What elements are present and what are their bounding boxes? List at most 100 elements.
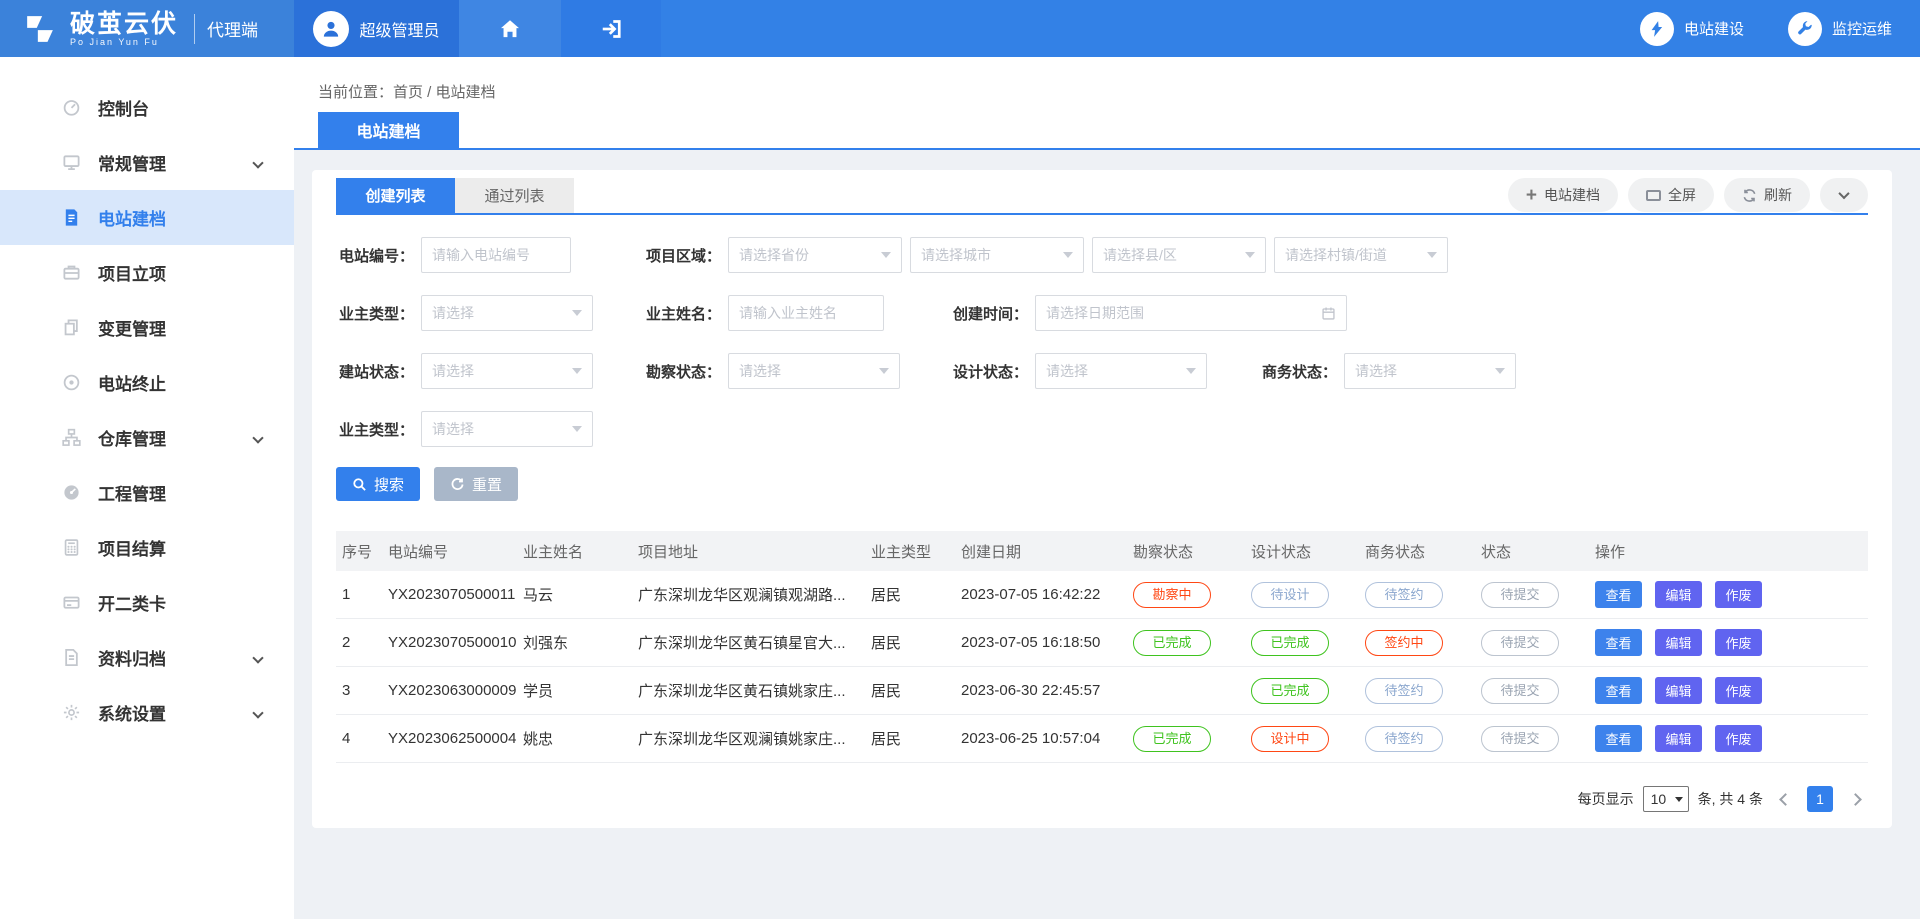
county-select[interactable]: 请选择县/区 <box>1092 237 1266 273</box>
owner-name-input[interactable] <box>728 295 884 331</box>
filter-row-4: 业主类型： 请选择 <box>336 411 1868 447</box>
pagination: 每页显示 10 条, 共 4 条 1 <box>336 786 1868 812</box>
col-survey: 勘察状态 <box>1127 541 1245 562</box>
sidebar-item-station-archive[interactable]: 电站建档 <box>0 190 294 245</box>
user-avatar[interactable] <box>313 11 349 47</box>
owner-type2-select[interactable]: 请选择 <box>421 411 593 447</box>
build-status-label: 建站状态： <box>336 361 414 382</box>
edit-button[interactable]: 编辑 <box>1655 581 1702 608</box>
date-range-picker[interactable]: 请选择日期范围 <box>1035 295 1347 331</box>
edit-button[interactable]: 编辑 <box>1655 677 1702 704</box>
document-icon <box>62 208 82 228</box>
prev-page-button[interactable] <box>1772 786 1798 812</box>
breadcrumb: 当前位置：首页 / 电站建档 <box>318 81 496 102</box>
caret-down-icon <box>572 310 582 316</box>
status-badge: 已完成 <box>1133 630 1211 656</box>
filter-row-1: 电站编号： 项目区域： 请选择省份 请选择城市 请选择县/区 请选择村镇/街道 <box>336 237 1868 273</box>
tab-passed-list[interactable]: 通过列表 <box>455 178 574 213</box>
sidebar-item-change-mgmt[interactable]: 变更管理 <box>0 300 294 355</box>
business-status-label: 商务状态： <box>1259 361 1337 382</box>
refresh-button[interactable]: 刷新 <box>1724 178 1810 212</box>
sidebar-item-general[interactable]: 常规管理 <box>0 135 294 190</box>
per-page-label: 每页显示 <box>1578 789 1634 809</box>
filter-actions: 搜索 重置 <box>336 467 1868 501</box>
home-button[interactable] <box>459 0 561 57</box>
sidebar-item-card-type2[interactable]: 开二类卡 <box>0 575 294 630</box>
view-button[interactable]: 查看 <box>1595 629 1642 656</box>
per-page-select[interactable]: 10 <box>1643 786 1689 812</box>
portal-label: 代理端 <box>194 14 258 44</box>
sidebar-item-system-settings[interactable]: 系统设置 <box>0 685 294 740</box>
void-button[interactable]: 作废 <box>1715 725 1762 752</box>
sidebar-item-engineering[interactable]: 工程管理 <box>0 465 294 520</box>
calculator-icon <box>62 538 82 558</box>
sidebar-item-warehouse[interactable]: 仓库管理 <box>0 410 294 465</box>
design-status-select[interactable]: 请选择 <box>1035 353 1207 389</box>
void-button[interactable]: 作废 <box>1715 629 1762 656</box>
edit-button[interactable]: 编辑 <box>1655 629 1702 656</box>
design-status-label: 设计状态： <box>950 361 1028 382</box>
tab-create-list[interactable]: 创建列表 <box>336 178 455 213</box>
province-select[interactable]: 请选择省份 <box>728 237 902 273</box>
edit-button[interactable]: 编辑 <box>1655 725 1702 752</box>
fullscreen-button[interactable]: 全屏 <box>1628 178 1714 212</box>
view-button[interactable]: 查看 <box>1595 581 1642 608</box>
reset-button[interactable]: 重置 <box>434 467 518 501</box>
monitor-icon <box>62 153 82 173</box>
owner-type-select[interactable]: 请选择 <box>421 295 593 331</box>
status-badge: 待提交 <box>1481 678 1559 704</box>
sidebar-item-project-setup[interactable]: 项目立项 <box>0 245 294 300</box>
nav-monitor-ops[interactable]: 监控运维 <box>1788 12 1892 46</box>
sidebar-item-label: 仓库管理 <box>98 425 166 450</box>
view-button[interactable]: 查看 <box>1595 677 1642 704</box>
void-button[interactable]: 作废 <box>1715 677 1762 704</box>
search-button[interactable]: 搜索 <box>336 467 420 501</box>
logo-section: 破茧云伏 Po Jian Yun Fu 代理端 <box>0 0 294 57</box>
page-tab-station-archive[interactable]: 电站建档 <box>318 112 459 148</box>
township-select[interactable]: 请选择村镇/街道 <box>1274 237 1448 273</box>
user-section[interactable]: 超级管理员 <box>294 0 459 57</box>
page-number[interactable]: 1 <box>1807 786 1833 812</box>
sidebar-item-station-terminate[interactable]: 电站终止 <box>0 355 294 410</box>
col-station-no: 电站编号 <box>382 541 517 562</box>
view-button[interactable]: 查看 <box>1595 725 1642 752</box>
status-badge: 待提交 <box>1481 726 1559 752</box>
col-seq: 序号 <box>336 541 382 562</box>
sidebar-item-settlement[interactable]: 项目结算 <box>0 520 294 575</box>
col-actions: 操作 <box>1589 541 1868 562</box>
collapse-button[interactable] <box>1820 178 1868 212</box>
col-owner: 业主姓名 <box>517 541 632 562</box>
void-button[interactable]: 作废 <box>1715 581 1762 608</box>
sitemap-icon <box>62 428 82 448</box>
table-row: 3 YX2023063000009 学员 广东深圳龙华区黄石镇姚家庄... 居民… <box>336 667 1868 715</box>
sidebar-item-label: 项目结算 <box>98 535 166 560</box>
owner-name-label: 业主姓名： <box>643 303 721 324</box>
survey-status-select[interactable]: 请选择 <box>728 353 900 389</box>
col-design: 设计状态 <box>1245 541 1359 562</box>
col-status: 状态 <box>1475 541 1589 562</box>
sidebar-item-label: 开二类卡 <box>98 590 166 615</box>
sidebar-item-label: 工程管理 <box>98 480 166 505</box>
create-station-label: 电站建档 <box>1544 185 1600 205</box>
sidebar-item-console[interactable]: 控制台 <box>0 80 294 135</box>
sidebar-item-label: 电站终止 <box>98 370 166 395</box>
next-page-button[interactable] <box>1842 786 1868 812</box>
refresh-label: 刷新 <box>1764 185 1792 205</box>
caret-down-icon <box>1495 368 1505 374</box>
breadcrumb-strip: 当前位置：首页 / 电站建档 电站建档 <box>294 57 1920 150</box>
nav-monitor-ops-label: 监控运维 <box>1832 18 1892 39</box>
filter-row-3: 建站状态： 请选择 勘察状态： 请选择 设计状态： 请选择 商务状态： 请选择 <box>336 353 1868 389</box>
sidebar-item-data-archive[interactable]: 资料归档 <box>0 630 294 685</box>
logout-button[interactable] <box>561 0 661 57</box>
build-status-select[interactable]: 请选择 <box>421 353 593 389</box>
caret-down-icon <box>1675 797 1683 802</box>
table-row: 4 YX2023062500004 姚忠 广东深圳龙华区观澜镇姚家庄... 居民… <box>336 715 1868 763</box>
create-station-button[interactable]: + 电站建档 <box>1508 178 1618 212</box>
owner-type-label: 业主类型： <box>336 303 414 324</box>
station-table: 序号 电站编号 业主姓名 项目地址 业主类型 创建日期 勘察状态 设计状态 商务… <box>336 531 1868 763</box>
business-status-select[interactable]: 请选择 <box>1344 353 1516 389</box>
chevron-down-icon <box>252 652 263 663</box>
nav-station-build[interactable]: 电站建设 <box>1640 12 1744 46</box>
city-select[interactable]: 请选择城市 <box>910 237 1084 273</box>
station-no-input[interactable] <box>421 237 571 273</box>
